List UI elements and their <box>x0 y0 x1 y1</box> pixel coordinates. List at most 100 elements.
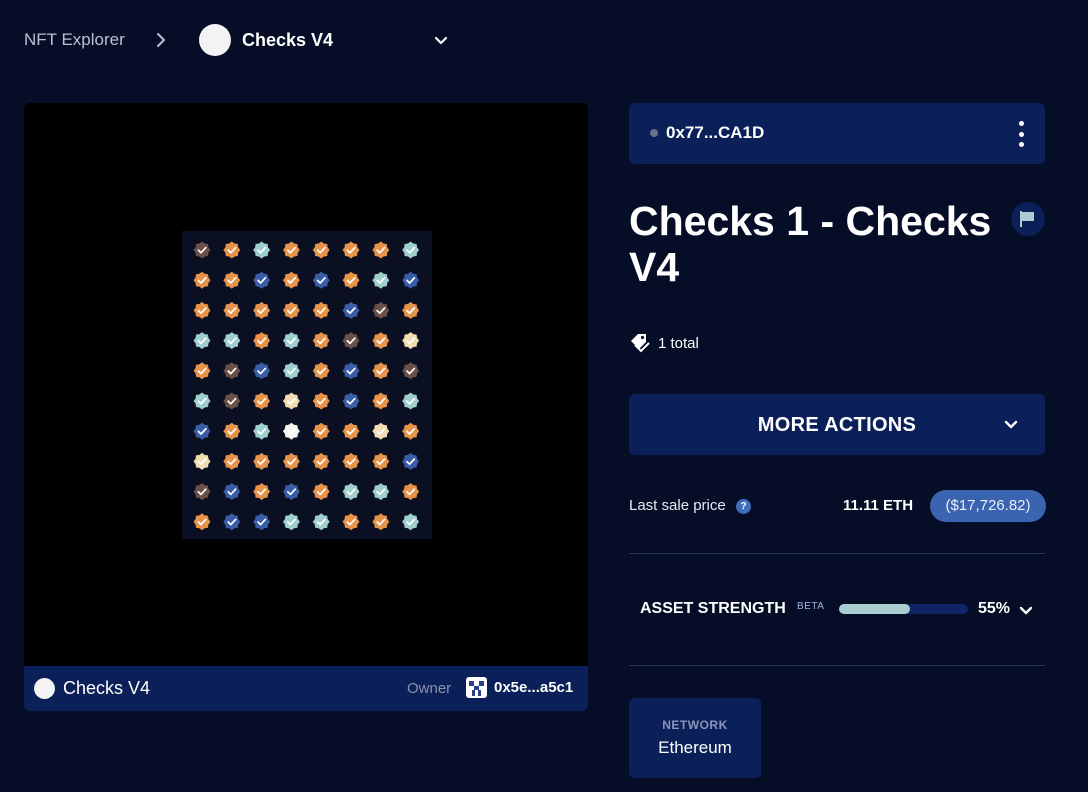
divider <box>629 665 1045 666</box>
check-badge-icon <box>342 422 360 440</box>
check-badge-icon <box>282 362 300 380</box>
divider <box>629 553 1045 554</box>
check-badge-icon <box>312 422 330 440</box>
owner-avatar-icon <box>466 677 487 698</box>
check-badge-icon <box>402 241 420 259</box>
check-badge-icon <box>372 452 390 470</box>
more-options-icon[interactable] <box>1013 121 1029 147</box>
check-badge-icon <box>342 362 360 380</box>
check-badge-icon <box>402 301 420 319</box>
collection-title: Checks V4 <box>242 30 334 50</box>
check-badge-icon <box>372 513 390 531</box>
check-badge-icon <box>342 241 360 259</box>
flag-icon <box>1020 211 1034 227</box>
check-badge-icon <box>253 483 271 501</box>
check-badge-icon <box>342 271 360 289</box>
last-sale-usd-badge: ($17,726.82) <box>930 490 1046 522</box>
check-badge-icon <box>312 332 330 350</box>
check-badge-icon <box>223 271 241 289</box>
check-badge-icon <box>223 241 241 259</box>
check-badge-icon <box>312 362 330 380</box>
check-badge-icon <box>282 392 300 410</box>
check-badge-icon <box>312 301 330 319</box>
check-badge-icon <box>312 513 330 531</box>
check-badge-icon <box>342 301 360 319</box>
collection-avatar <box>199 24 231 56</box>
total-count: 1 total <box>658 335 699 352</box>
check-badge-icon <box>312 483 330 501</box>
check-badge-icon <box>253 513 271 531</box>
check-badge-icon <box>253 422 271 440</box>
check-badge-icon <box>312 271 330 289</box>
help-icon[interactable]: ? <box>736 499 751 514</box>
media-footer: Checks V4 Owner 0x5e...a5c1 <box>24 666 588 711</box>
check-badge-icon <box>223 392 241 410</box>
check-badge-icon <box>342 513 360 531</box>
chevron-down-icon <box>1004 420 1018 429</box>
check-badge-icon <box>223 332 241 350</box>
collection-switcher[interactable]: Checks V4 <box>24 22 454 58</box>
nft-artwork <box>182 231 432 539</box>
check-badge-icon <box>372 301 390 319</box>
check-badge-icon <box>342 483 360 501</box>
more-actions-button[interactable]: MORE ACTIONS <box>629 394 1045 455</box>
asset-strength-label: ASSET STRENGTH <box>640 600 786 617</box>
asset-strength-bar <box>839 604 968 614</box>
network-label: NETWORK <box>662 718 728 732</box>
address-status-dot <box>650 129 658 137</box>
check-badge-icon <box>223 452 241 470</box>
collection-avatar <box>34 678 55 699</box>
check-badge-icon <box>282 483 300 501</box>
check-badge-icon <box>402 332 420 350</box>
check-badge-icon <box>342 392 360 410</box>
check-badge-icon <box>372 483 390 501</box>
owner-address[interactable]: 0x5e...a5c1 <box>494 679 573 696</box>
last-sale-eth: 11.11 ETH <box>843 497 914 514</box>
check-badge-icon <box>193 392 211 410</box>
check-badge-icon <box>282 332 300 350</box>
contract-address[interactable]: 0x77...CA1D <box>666 123 764 143</box>
check-badge-icon <box>282 241 300 259</box>
check-badge-icon <box>372 392 390 410</box>
check-badge-icon <box>372 241 390 259</box>
check-badge-icon <box>193 452 211 470</box>
check-badge-icon <box>253 301 271 319</box>
contract-address-bar: 0x77...CA1D <box>629 103 1045 164</box>
check-badge-icon <box>282 301 300 319</box>
check-badge-icon <box>253 392 271 410</box>
check-badge-icon <box>282 422 300 440</box>
check-badge-icon <box>402 513 420 531</box>
network-card: NETWORK Ethereum <box>629 698 761 778</box>
nft-media-panel[interactable] <box>24 103 588 666</box>
asset-strength-bar-fill <box>839 604 910 614</box>
check-badge-icon <box>372 271 390 289</box>
check-badge-icon <box>193 332 211 350</box>
check-badge-icon <box>282 271 300 289</box>
report-button[interactable] <box>1011 202 1045 236</box>
check-badge-icon <box>402 271 420 289</box>
check-badge-icon <box>193 241 211 259</box>
checks-grid <box>193 241 420 531</box>
check-badge-icon <box>223 422 241 440</box>
check-badge-icon <box>372 362 390 380</box>
check-badge-icon <box>312 392 330 410</box>
check-badge-icon <box>282 513 300 531</box>
nft-title: Checks 1 - Checks V4 <box>629 198 992 290</box>
check-badge-icon <box>312 452 330 470</box>
check-badge-icon <box>193 483 211 501</box>
check-badge-icon <box>372 422 390 440</box>
check-badge-icon <box>342 332 360 350</box>
check-badge-icon <box>223 301 241 319</box>
more-actions-label: MORE ACTIONS <box>757 414 917 436</box>
last-sale-label: Last sale price <box>629 497 726 514</box>
check-badge-icon <box>402 422 420 440</box>
tags-icon <box>631 334 650 353</box>
footer-collection-name[interactable]: Checks V4 <box>63 678 150 699</box>
check-badge-icon <box>193 271 211 289</box>
check-badge-icon <box>402 452 420 470</box>
check-badge-icon <box>223 513 241 531</box>
beta-badge: BETA <box>797 601 825 612</box>
check-badge-icon <box>193 422 211 440</box>
check-badge-icon <box>402 362 420 380</box>
check-badge-icon <box>223 483 241 501</box>
